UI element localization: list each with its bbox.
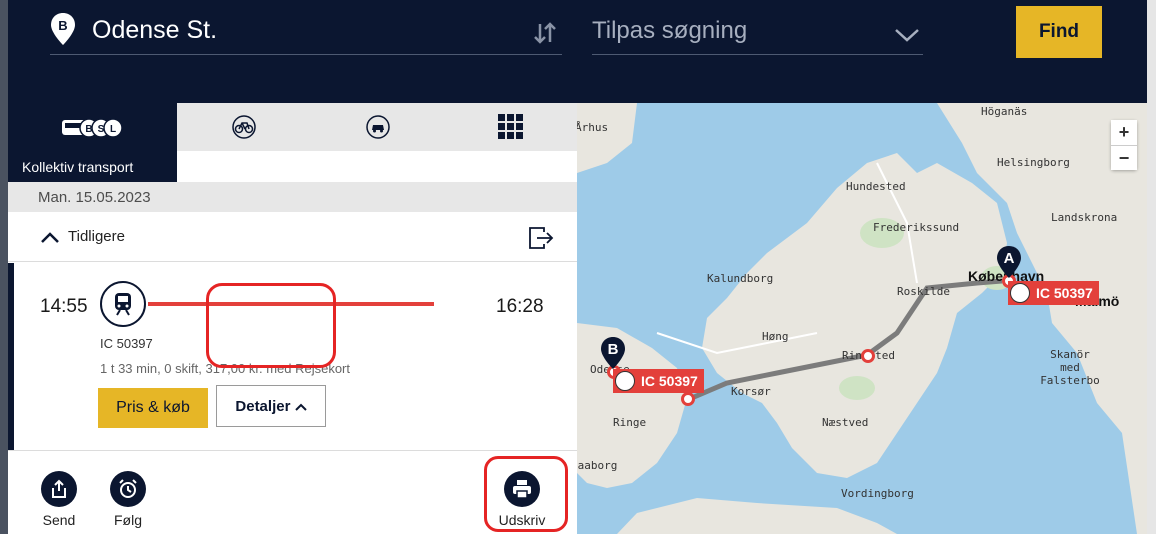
export-icon[interactable]: [528, 226, 554, 250]
travel-date: Man. 15.05.2023: [38, 189, 151, 206]
bike-icon: [232, 115, 256, 139]
car-icon: [366, 115, 390, 139]
marker-b[interactable]: B: [600, 336, 626, 370]
stop-nyborg[interactable]: [681, 392, 695, 406]
search-bar: B Odense St. Tilpas søgning Find: [8, 0, 1147, 103]
zoom-in-button[interactable]: +: [1111, 120, 1137, 145]
earlier-departures-row[interactable]: Tidligere: [8, 212, 577, 262]
place-vordingborg: Vordingborg: [841, 487, 914, 500]
tab-bike[interactable]: [177, 103, 311, 151]
find-button[interactable]: Find: [1016, 6, 1102, 58]
svg-text:B: B: [608, 341, 619, 358]
place-ringe: Ringe: [613, 416, 647, 429]
chevron-up-icon: [41, 232, 59, 243]
tab-more-options[interactable]: [444, 103, 577, 151]
tab-label-public-transport: Kollektiv transport: [22, 159, 134, 175]
train-badge: [100, 281, 146, 327]
place-landskrona: Landskrona: [1051, 211, 1118, 224]
arrival-time: 16:28: [496, 296, 544, 317]
train-tag-label: IC 50397: [641, 373, 698, 389]
send-label: Send: [42, 512, 76, 528]
page-edge-right: [1146, 0, 1156, 534]
print-highlight: [484, 456, 568, 532]
zoom-out-button[interactable]: −: [1111, 145, 1137, 170]
place-skanor: Skanör med Falsterbo: [1040, 348, 1100, 387]
send-button[interactable]: Send: [29, 471, 89, 528]
page-edge-left: [0, 0, 8, 534]
svg-text:B: B: [58, 18, 67, 33]
svg-text:A: A: [1004, 250, 1015, 267]
details-highlight: [206, 283, 336, 368]
marker-a[interactable]: A: [996, 245, 1022, 279]
place-helsingborg: Helsingborg: [997, 156, 1070, 169]
results-panel: Man. 15.05.2023 Tidligere 14:55 16:28 IC…: [8, 182, 577, 534]
action-bar: Send Følg Udskriv: [8, 450, 577, 534]
place-roskilde: Roskilde: [897, 285, 950, 298]
place-faaborg: Faaborg: [577, 459, 618, 472]
transport-mode-tabs: B S L Kollektiv transport: [8, 103, 577, 182]
customize-search-label: Tilpas søgning: [592, 17, 748, 44]
tab-car[interactable]: [311, 103, 444, 151]
details-button[interactable]: Detaljer: [216, 385, 326, 427]
chevron-up-icon: [294, 403, 307, 411]
customize-search-dropdown[interactable]: Tilpas søgning: [592, 10, 923, 55]
departure-time: 14:55: [40, 296, 88, 317]
swap-icon[interactable]: [532, 20, 558, 46]
place-hundested: Hundested: [846, 180, 906, 193]
details-label: Detaljer: [235, 397, 291, 415]
location-pin-icon: B: [51, 13, 75, 45]
from-field[interactable]: B Odense St.: [50, 10, 562, 55]
place-hong: Høng: [762, 330, 789, 343]
svg-text:L: L: [110, 124, 116, 135]
follow-label: Følg: [114, 512, 142, 528]
train-tag-copenhagen[interactable]: IC 50397: [1008, 281, 1099, 305]
grid-icon: [498, 114, 523, 139]
train-line: IC 50397: [100, 336, 153, 351]
date-header: Man. 15.05.2023: [8, 182, 577, 212]
place-korsor: Korsør: [731, 385, 771, 398]
place-hoganas: Höganäs: [981, 105, 1028, 118]
route-map[interactable]: Århus Höganäs Helsingborg Hundested Land…: [577, 103, 1147, 534]
public-transport-icon: B S L: [62, 118, 122, 138]
price-and-buy-button[interactable]: Pris & køb: [98, 388, 208, 428]
zoom-controls: + −: [1111, 120, 1137, 170]
train-icon: [115, 293, 131, 316]
train-icon: [615, 371, 635, 391]
alarm-clock-icon: [110, 471, 146, 507]
tab-public-transport[interactable]: B S L Kollektiv transport: [8, 103, 177, 182]
train-tag-odense[interactable]: IC 50397: [613, 369, 704, 393]
place-aarhus: Århus: [577, 121, 609, 134]
chevron-down-icon: [895, 29, 919, 42]
from-input[interactable]: Odense St.: [92, 16, 217, 45]
train-tag-label: IC 50397: [1036, 285, 1093, 301]
place-kalundborg: Kalundborg: [707, 272, 774, 285]
stop-ringsted[interactable]: [861, 349, 875, 363]
place-naestved: Næstved: [822, 416, 869, 429]
train-icon: [1010, 283, 1030, 303]
place-frederikssund: Frederikssund: [873, 221, 960, 234]
share-icon: [41, 471, 77, 507]
earlier-label: Tidligere: [68, 228, 125, 245]
follow-button[interactable]: Følg: [98, 471, 158, 528]
